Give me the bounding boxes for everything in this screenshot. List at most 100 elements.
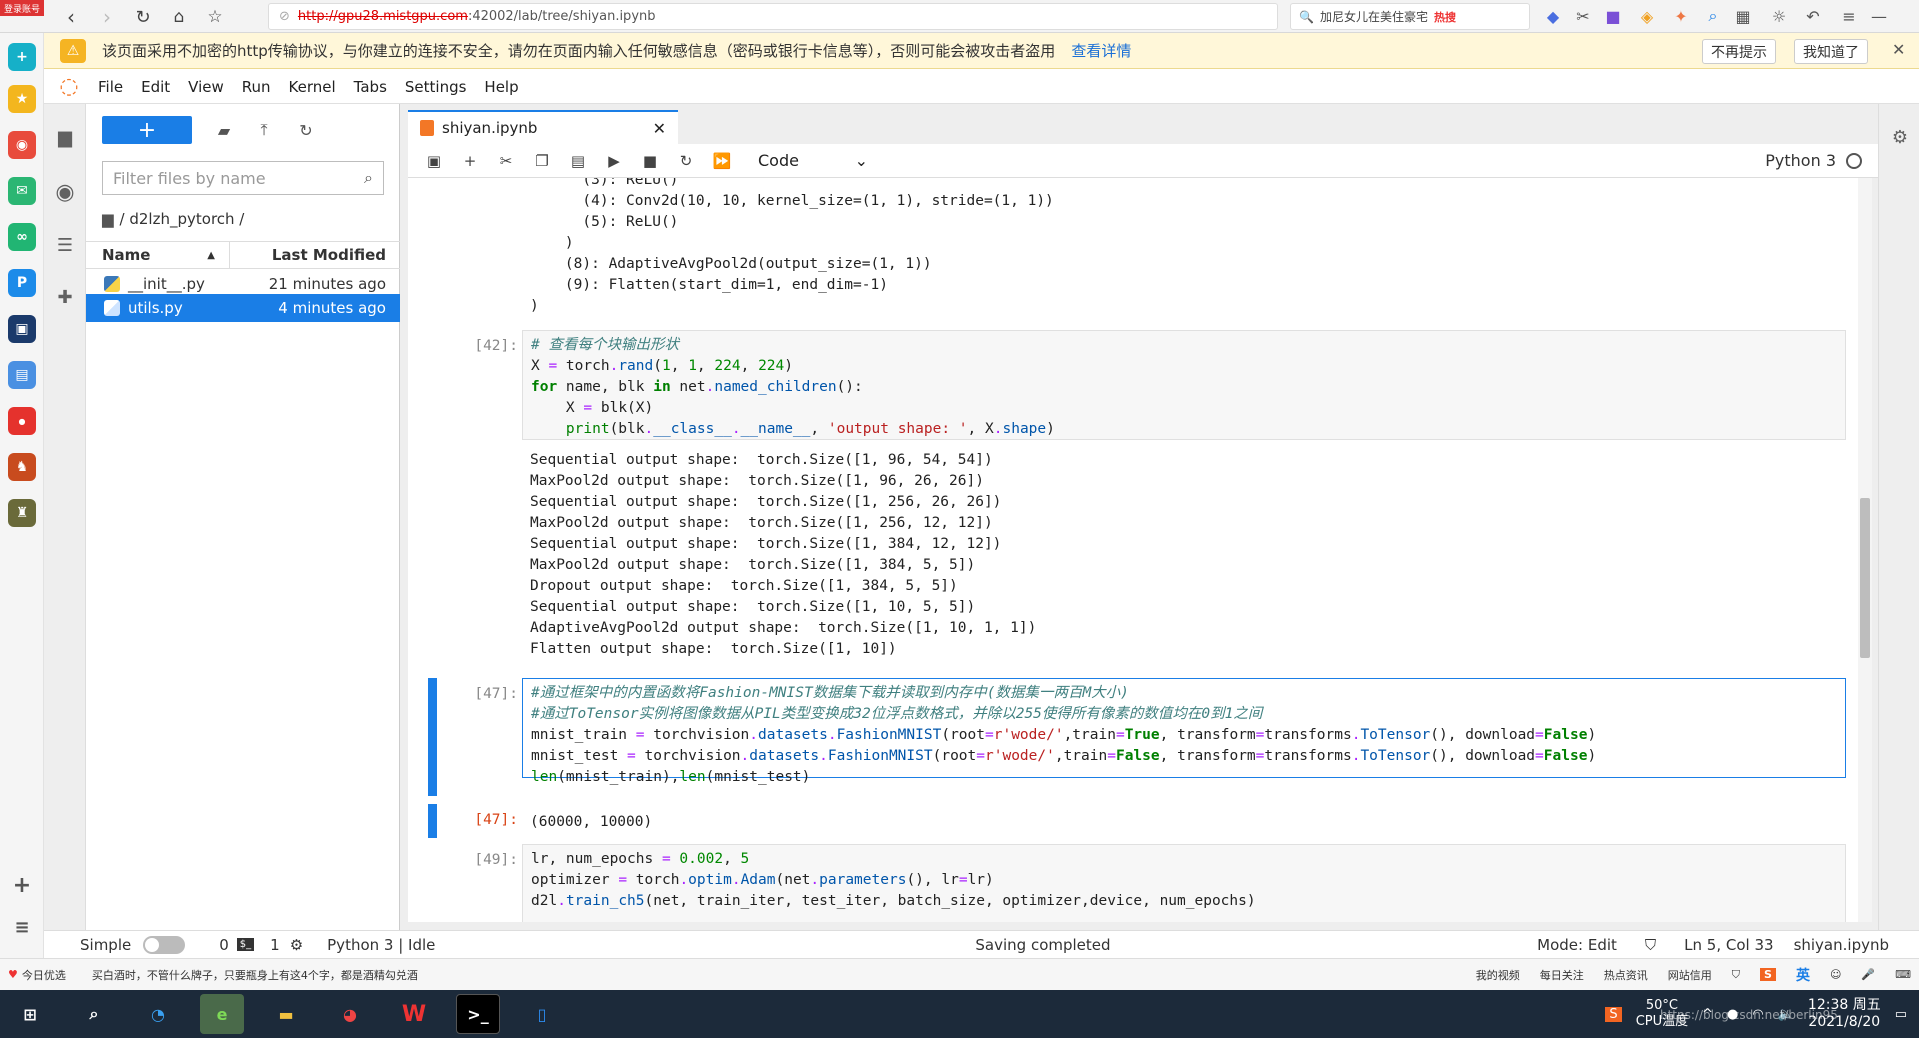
sort-by-name[interactable]: Name ▲	[86, 242, 230, 268]
close-tab-icon[interactable]: ✕	[653, 119, 666, 138]
wps-icon[interactable]: W	[392, 994, 436, 1034]
warning-close-icon[interactable]: ✕	[1892, 40, 1905, 59]
news-item-video[interactable]: 我的视频	[1476, 967, 1520, 983]
upload-icon[interactable]: ⤒	[250, 116, 278, 144]
mic-icon[interactable]: 🎤	[1861, 968, 1875, 981]
copy-icon[interactable]: ❐	[524, 146, 560, 176]
news-label[interactable]: 今日优选	[22, 967, 66, 983]
new-launcher-button[interactable]: +	[102, 116, 192, 144]
grid-icon[interactable]: ▦	[1730, 4, 1756, 28]
notification-icon[interactable]: ▭	[1895, 1007, 1907, 1022]
minimize-icon[interactable]: —	[1866, 4, 1892, 28]
news-item-follow[interactable]: 每日关注	[1540, 967, 1584, 983]
search-box[interactable]: 🔍 加尼女儿在美住豪宅 热搜	[1290, 3, 1530, 30]
login-badge[interactable]: 登录账号	[0, 0, 44, 16]
stop-icon[interactable]: ■	[632, 146, 668, 176]
redbook-icon[interactable]: ●	[8, 407, 36, 435]
menu-view[interactable]: View	[188, 78, 224, 96]
refresh-icon[interactable]: ↻	[292, 116, 320, 144]
game1-icon[interactable]: ♞	[8, 453, 36, 481]
reload-icon[interactable]: ↻	[128, 2, 158, 32]
kernel-status[interactable]: Python 3 | Idle	[327, 936, 435, 954]
code-cell[interactable]: lr, num_epochs = 0.002, 5 optimizer = to…	[522, 844, 1846, 922]
mail-icon[interactable]: ✉	[8, 177, 36, 205]
extensions-icon[interactable]: ✚	[52, 284, 78, 310]
emoji-icon[interactable]: ☺	[1830, 968, 1841, 981]
running-kernels-icon[interactable]: ◉	[52, 179, 78, 205]
chrome-icon[interactable]: ◕	[328, 994, 372, 1034]
extension-icon[interactable]: ◆	[1540, 4, 1566, 28]
address-bar[interactable]: ⊘ http://gpu28.mistgpu.com:42002/lab/tre…	[268, 3, 1278, 30]
ime-language[interactable]: 英	[1796, 965, 1810, 985]
game2-icon[interactable]: ♜	[8, 499, 36, 527]
run-icon[interactable]: ▶	[596, 146, 632, 176]
restart-icon[interactable]: ↻	[668, 146, 704, 176]
magnifier-icon[interactable]: ⌕	[1700, 4, 1726, 28]
menu-icon[interactable]: ≡	[1836, 4, 1862, 28]
notebook-content[interactable]: (3): ReLU() (4): Conv2d(10, 10, kernel_s…	[408, 178, 1858, 922]
bookmark-star-icon[interactable]: ☆	[200, 2, 230, 32]
no-prompt-button[interactable]: 不再提示	[1702, 39, 1776, 64]
link-app-icon[interactable]: ∞	[8, 223, 36, 251]
rail-menu-icon[interactable]: ≡	[8, 913, 36, 941]
toc-icon[interactable]: ☰	[52, 232, 78, 258]
favorites-star-icon[interactable]: ★	[8, 85, 36, 113]
weibo-icon[interactable]: ◉	[8, 131, 36, 159]
menu-tabs[interactable]: Tabs	[354, 78, 387, 96]
fast-forward-icon[interactable]: ⏩	[704, 146, 740, 176]
phone-app-icon[interactable]: ▯	[520, 994, 564, 1034]
news-app-icon[interactable]: ▣	[8, 315, 36, 343]
notebook-scrollbar[interactable]	[1858, 178, 1872, 922]
property-inspector-icon[interactable]: ⚙	[1887, 124, 1913, 150]
forward-icon[interactable]: ›	[92, 2, 122, 32]
menu-settings[interactable]: Settings	[405, 78, 467, 96]
warning-details-link[interactable]: 查看详情	[1071, 40, 1131, 61]
sort-by-modified[interactable]: Last Modified	[230, 246, 400, 264]
menu-run[interactable]: Run	[242, 78, 271, 96]
file-row-selected[interactable]: utils.py 4 minutes ago	[86, 294, 400, 322]
save-icon[interactable]: ▣	[416, 146, 452, 176]
news-item-hot[interactable]: 热点资讯	[1604, 967, 1648, 983]
add-app-icon[interactable]: +	[8, 871, 36, 899]
scissors-icon[interactable]: ✂	[1570, 4, 1596, 28]
code-cell[interactable]: # 查看每个块输出形状 X = torch.rand(1, 1, 224, 22…	[522, 330, 1846, 440]
undo-icon[interactable]: ↶	[1800, 4, 1826, 28]
new-folder-icon[interactable]: ▰	[210, 116, 238, 144]
terminal-count[interactable]: 0	[219, 936, 229, 954]
kernel-count[interactable]: 1	[270, 936, 280, 954]
kernel-name[interactable]: Python 3	[1765, 151, 1836, 170]
news-headline[interactable]: 买白酒时，不管什么牌子，只要瓶身上有这4个字，都是酒精勾兑酒	[92, 967, 418, 983]
keyboard-icon[interactable]: ⌨	[1895, 968, 1911, 981]
shield-icon[interactable]: ◈	[1634, 4, 1660, 28]
news-item-credit[interactable]: 网站信用	[1668, 967, 1712, 983]
p-app-icon[interactable]: P	[8, 269, 36, 297]
tab-notebook[interactable]: shiyan.ipynb ✕	[408, 110, 678, 144]
sogou-icon[interactable]: S	[1760, 968, 1776, 981]
scrollbar-thumb[interactable]	[1860, 498, 1870, 658]
terminal-icon[interactable]: >_	[456, 994, 500, 1034]
brightness-icon[interactable]: ☼	[1766, 4, 1792, 28]
cursor-position[interactable]: Ln 5, Col 33	[1684, 936, 1773, 954]
sogou-tray-icon[interactable]: S	[1605, 1006, 1622, 1022]
doc-app-icon[interactable]: ▤	[8, 361, 36, 389]
filter-files-input[interactable]: Filter files by name ⌕	[102, 161, 384, 195]
code-cell-active[interactable]: #通过框架中的内置函数将Fashion-MNIST数据集下载并读取到内存中(数据…	[522, 678, 1846, 785]
360-browser-icon[interactable]: e	[200, 994, 244, 1034]
paste-icon[interactable]: ▤	[560, 146, 596, 176]
plus-app-icon[interactable]: +	[8, 43, 36, 71]
breadcrumb[interactable]: ▆ / d2lzh_pytorch /	[102, 210, 244, 228]
search-icon[interactable]: ⌕	[72, 994, 116, 1034]
game-icon[interactable]: ✦	[1668, 4, 1694, 28]
insert-cell-icon[interactable]: +	[452, 146, 488, 176]
menu-file[interactable]: File	[98, 78, 123, 96]
cell-type-select[interactable]: Code ⌄	[758, 151, 868, 170]
edge-icon[interactable]: ◔	[136, 994, 180, 1034]
back-icon[interactable]: ‹	[56, 2, 86, 32]
menu-help[interactable]: Help	[484, 78, 518, 96]
translate-icon[interactable]: ■	[1600, 4, 1626, 28]
got-it-button[interactable]: 我知道了	[1794, 39, 1868, 64]
menu-edit[interactable]: Edit	[141, 78, 170, 96]
home-icon[interactable]: ⌂	[164, 2, 194, 32]
menu-kernel[interactable]: Kernel	[289, 78, 336, 96]
folder-icon[interactable]: ▆	[52, 124, 78, 150]
